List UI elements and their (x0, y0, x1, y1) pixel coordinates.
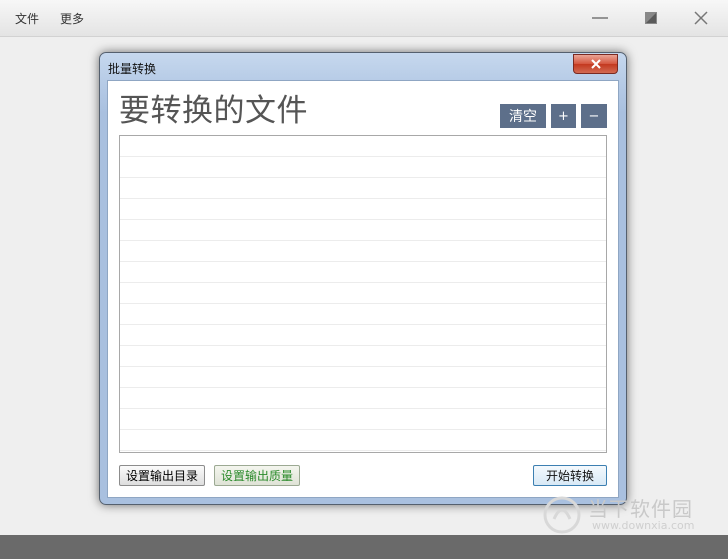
app-status-strip (0, 535, 728, 559)
list-item (120, 157, 606, 178)
list-item (120, 388, 606, 409)
list-item (120, 136, 606, 157)
watermark-text: 当下软件园 (588, 497, 693, 521)
minimize-button[interactable] (589, 8, 611, 28)
list-item (120, 178, 606, 199)
watermark: 当下软件园 www.downxia.com (540, 493, 720, 537)
list-item (120, 430, 606, 451)
minimize-icon (592, 17, 608, 19)
remove-file-button[interactable]: − (581, 104, 607, 128)
set-output-dir-button[interactable]: 设置输出目录 (119, 465, 205, 486)
list-item (120, 325, 606, 346)
list-item (120, 283, 606, 304)
list-item (120, 346, 606, 367)
watermark-logo-icon (543, 496, 581, 534)
close-icon (694, 11, 708, 25)
restore-button[interactable] (640, 8, 662, 28)
list-item (120, 304, 606, 325)
dialog-title: 批量转换 (108, 62, 157, 76)
menu-file[interactable]: 文件 (15, 10, 39, 27)
app-close-button[interactable] (690, 8, 712, 28)
dialog-heading: 要转换的文件 (119, 93, 308, 129)
file-list[interactable] (119, 135, 607, 453)
list-item (120, 367, 606, 388)
close-icon (590, 59, 601, 69)
list-item (120, 220, 606, 241)
app-titlebar: 文件 更多 (0, 0, 728, 37)
menu-more[interactable]: 更多 (60, 10, 84, 27)
list-item (120, 409, 606, 430)
list-item (120, 199, 606, 220)
list-item (120, 262, 606, 283)
list-item (120, 241, 606, 262)
set-output-quality-button[interactable]: 设置输出质量 (214, 465, 300, 486)
batch-convert-dialog: 批量转换 要转换的文件 清空 + − 设置输出目录 设置输出质量 开始转换 (99, 52, 627, 505)
restore-icon (645, 12, 657, 24)
dialog-content: 要转换的文件 清空 + − 设置输出目录 设置输出质量 开始转换 (107, 80, 619, 498)
add-file-button[interactable]: + (551, 104, 576, 128)
start-convert-button[interactable]: 开始转换 (533, 465, 607, 486)
dialog-close-button[interactable] (573, 54, 618, 74)
watermark-url: www.downxia.com (592, 519, 695, 532)
clear-button[interactable]: 清空 (500, 104, 546, 128)
